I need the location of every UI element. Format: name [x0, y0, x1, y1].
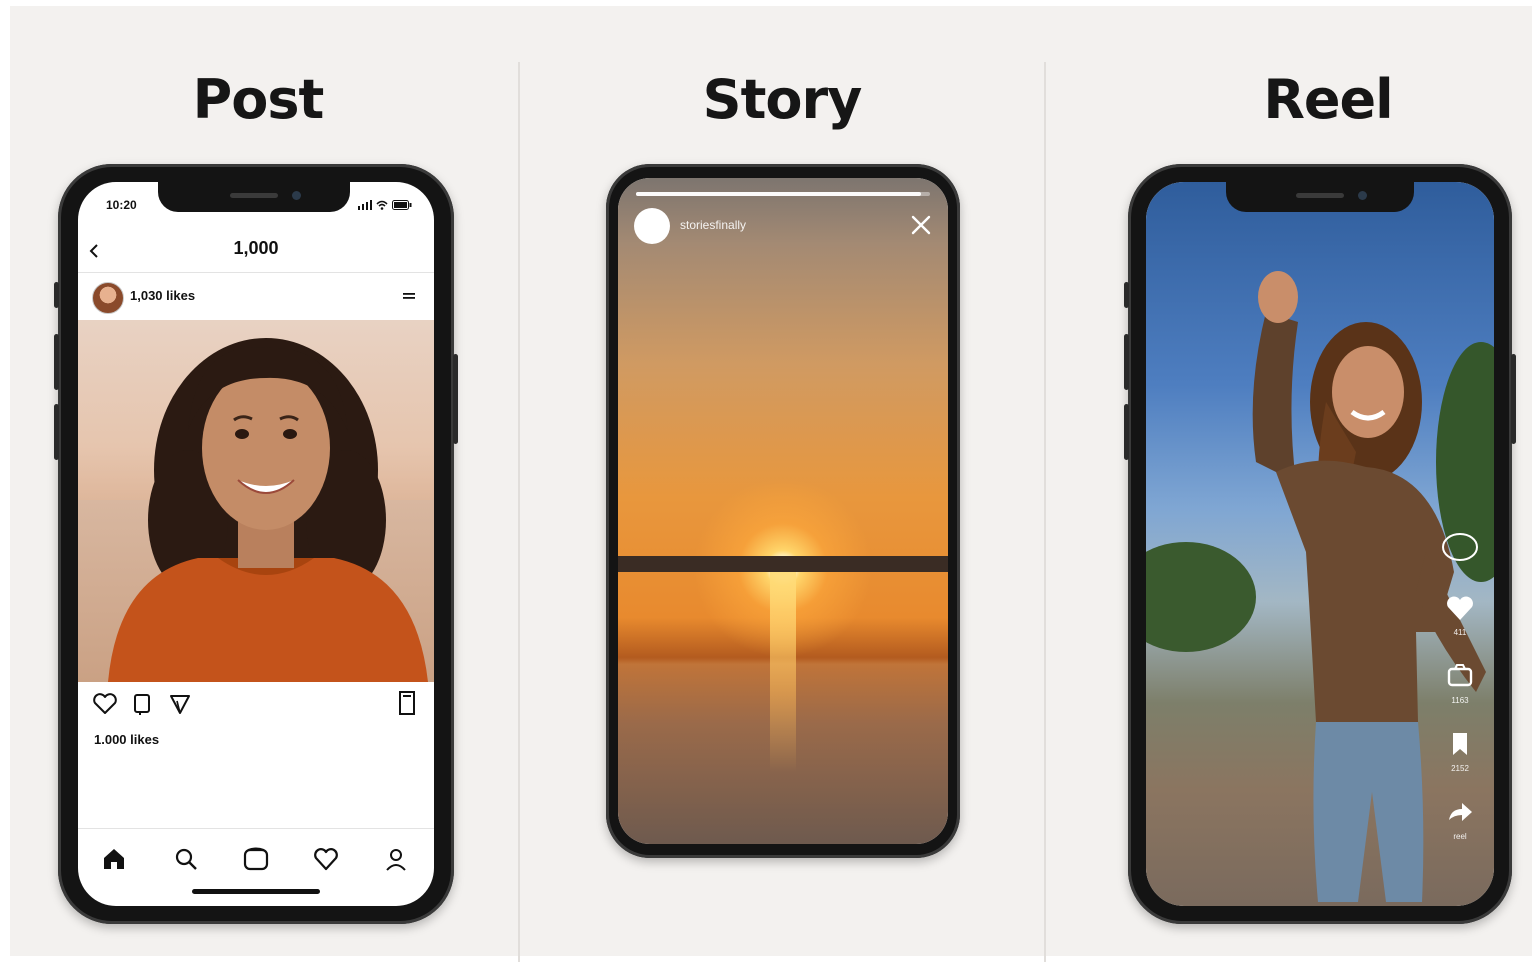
- bottom-tab-bar: [78, 828, 434, 906]
- phone-side-button: [1124, 334, 1129, 390]
- reel-screen[interactable]: 411 1163 2152 reel: [1146, 182, 1494, 906]
- reels-icon[interactable]: [242, 845, 270, 873]
- column-title-story: Story: [702, 68, 863, 131]
- reel-phone: 411 1163 2152 reel: [1124, 164, 1516, 924]
- post-likes-count: 1.000 likes: [94, 732, 160, 747]
- post-photo[interactable]: [78, 320, 434, 682]
- reel-save-count: 2152: [1451, 764, 1469, 773]
- more-options-icon[interactable]: [402, 290, 416, 302]
- phone-notch: [1226, 182, 1414, 212]
- post-user-row: 1,030 likes: [78, 274, 434, 320]
- phone-side-button: [1511, 354, 1516, 444]
- reel-share-label: reel: [1453, 832, 1467, 841]
- home-indicator: [192, 889, 320, 894]
- speaker-grille: [230, 193, 278, 198]
- column-divider: [518, 62, 520, 962]
- avatar[interactable]: [92, 282, 124, 314]
- post-header: 1,000: [78, 232, 434, 273]
- status-time: 10:20: [106, 198, 137, 212]
- phone-side-button: [453, 354, 458, 444]
- story-progress-fill: [636, 192, 922, 196]
- phone-notch: [158, 182, 350, 212]
- heart-icon[interactable]: [92, 692, 118, 716]
- phone-side-button: [54, 334, 59, 390]
- profile-icon[interactable]: [382, 845, 410, 873]
- story-phone: storiesfinally: [606, 164, 960, 858]
- story-avatar[interactable]: [634, 208, 670, 244]
- story-screen[interactable]: storiesfinally: [618, 178, 948, 844]
- send-icon[interactable]: [168, 692, 192, 716]
- post-photo-illustration: [78, 338, 434, 682]
- heart-icon[interactable]: [312, 845, 340, 873]
- comment-icon[interactable]: [132, 692, 154, 716]
- signal-icon: [358, 200, 372, 210]
- story-username[interactable]: storiesfinally: [680, 218, 746, 232]
- front-camera: [292, 191, 301, 200]
- column-divider: [1044, 62, 1046, 962]
- close-icon[interactable]: [908, 212, 934, 238]
- reel-action-rail: 411 1163 2152 reel: [1436, 530, 1484, 866]
- bookmark-icon[interactable]: [398, 690, 416, 716]
- reel-like-count: 411: [1453, 628, 1467, 637]
- phone-side-button: [54, 404, 59, 460]
- front-camera: [1358, 191, 1367, 200]
- phone-side-button: [54, 282, 59, 308]
- post-phone: 10:20 1,000 1,030 likes 1.000 likes: [54, 164, 458, 924]
- column-title-post: Post: [192, 68, 325, 131]
- like-outline-icon[interactable]: [1440, 530, 1480, 564]
- speaker-grille: [1296, 193, 1344, 198]
- phone-side-button: [1124, 404, 1129, 460]
- post-screen: 10:20 1,000 1,030 likes 1.000 likes: [78, 182, 434, 906]
- comparison-board: Post Story Reel 10:20 1,000 1,030 likes: [10, 6, 1532, 962]
- post-username[interactable]: 1,030 likes: [130, 288, 195, 303]
- camera-icon[interactable]: [1445, 662, 1475, 690]
- heart-icon[interactable]: [1445, 594, 1475, 622]
- share-icon[interactable]: [1445, 798, 1475, 826]
- sun-reflection: [770, 572, 796, 772]
- post-actions: [92, 692, 192, 716]
- column-title-reel: Reel: [1263, 68, 1393, 131]
- bookmark-icon[interactable]: [1445, 730, 1475, 758]
- horizon-shoreline: [618, 556, 948, 572]
- phone-side-button: [1124, 282, 1129, 308]
- search-icon[interactable]: [172, 845, 200, 873]
- post-header-title: 1,000: [233, 238, 279, 258]
- battery-icon: [392, 200, 412, 210]
- wifi-icon: [376, 200, 388, 210]
- status-icons: [358, 200, 412, 210]
- reel-comment-count: 1163: [1451, 696, 1469, 705]
- story-progress-bar: [636, 192, 930, 196]
- home-icon[interactable]: [100, 845, 128, 873]
